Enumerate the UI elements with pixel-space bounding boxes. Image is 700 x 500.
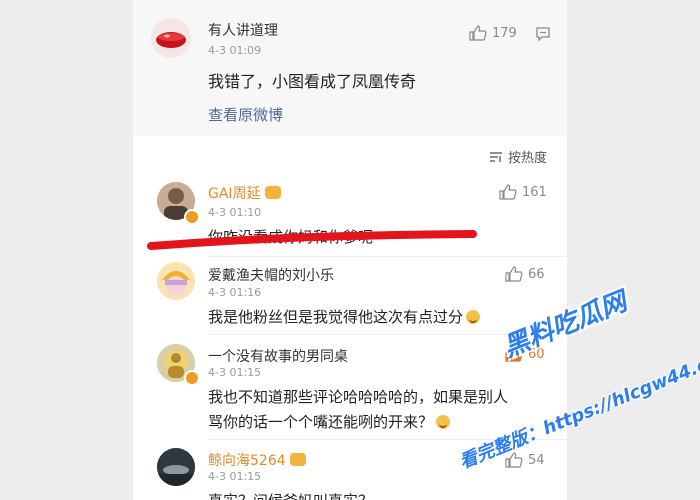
whale-avatar-icon [157, 448, 195, 486]
comment-icon[interactable] [535, 26, 551, 42]
view-original-weibo-link[interactable]: 查看原微博 [208, 104, 283, 125]
quoted-comment-card: 有人讲道理 4-3 01:09 179 我错了，小图看成了凤凰传奇 查看原微博 [133, 0, 567, 136]
vip-icon [264, 186, 281, 199]
comment-time: 4-3 01:15 [208, 470, 262, 483]
thumbs-up-icon [505, 266, 523, 282]
commenter-name[interactable]: 一个没有故事的男同桌 [208, 346, 348, 366]
comment-text: 我是他粉丝但是我觉得他这次有点过分 [208, 306, 481, 327]
vip-icon [289, 453, 306, 466]
thumbs-up-icon [499, 184, 517, 200]
like-button[interactable]: 179 [469, 25, 517, 41]
smile-emoji-icon [436, 415, 451, 429]
divider [208, 256, 567, 257]
avatar[interactable] [151, 18, 191, 58]
comment-text: 我错了，小图看成了凤凰传奇 [208, 72, 417, 91]
avatar[interactable] [157, 262, 195, 300]
avatar[interactable] [157, 448, 195, 486]
sort-by-hot-button[interactable]: 按热度 [489, 147, 547, 166]
weibo-comment-screen: 有人讲道理 4-3 01:09 179 我错了，小图看成了凤凰传奇 查看原微博 … [133, 0, 567, 500]
thumbs-up-icon [469, 25, 487, 41]
like-count: 66 [528, 266, 545, 282]
comment-time: 4-3 01:09 [208, 44, 262, 57]
commenter-name[interactable]: 鲸向海5264 [208, 450, 306, 470]
like-count: 54 [528, 452, 545, 468]
sort-label: 按热度 [507, 151, 547, 166]
commenter-name[interactable]: 爱戴渔夫帽的刘小乐 [208, 265, 334, 285]
sort-bar: 按热度 [133, 136, 567, 173]
comment-text-line-1: 我也不知道那些评论哈哈哈哈的，如果是别人 [208, 388, 509, 406]
sweat-smile-emoji-icon [466, 310, 481, 324]
lips-avatar-icon [156, 32, 186, 48]
comment-time: 4-3 01:15 [208, 366, 262, 379]
red-underline-annotation [147, 230, 477, 250]
commenter-name[interactable]: GAI周延 [208, 183, 281, 203]
comment-text-line-2: 骂你的话一个个嘴还能咧的开来？ [208, 411, 451, 432]
comment-time: 4-3 01:16 [208, 286, 262, 299]
anime-girl-avatar-icon [157, 262, 195, 300]
sort-icon [489, 151, 502, 162]
comment-text: 真实？问候爸妈叫真实？ [208, 490, 373, 500]
like-button[interactable]: 161 [499, 184, 547, 200]
like-count: 179 [492, 25, 517, 41]
commenter-name[interactable]: 有人讲道理 [208, 20, 278, 40]
like-button[interactable]: 66 [505, 266, 545, 282]
like-count: 161 [522, 184, 547, 200]
verified-badge-icon [184, 370, 200, 386]
comment-time: 4-3 01:10 [208, 206, 262, 219]
verified-badge-icon [184, 209, 200, 225]
